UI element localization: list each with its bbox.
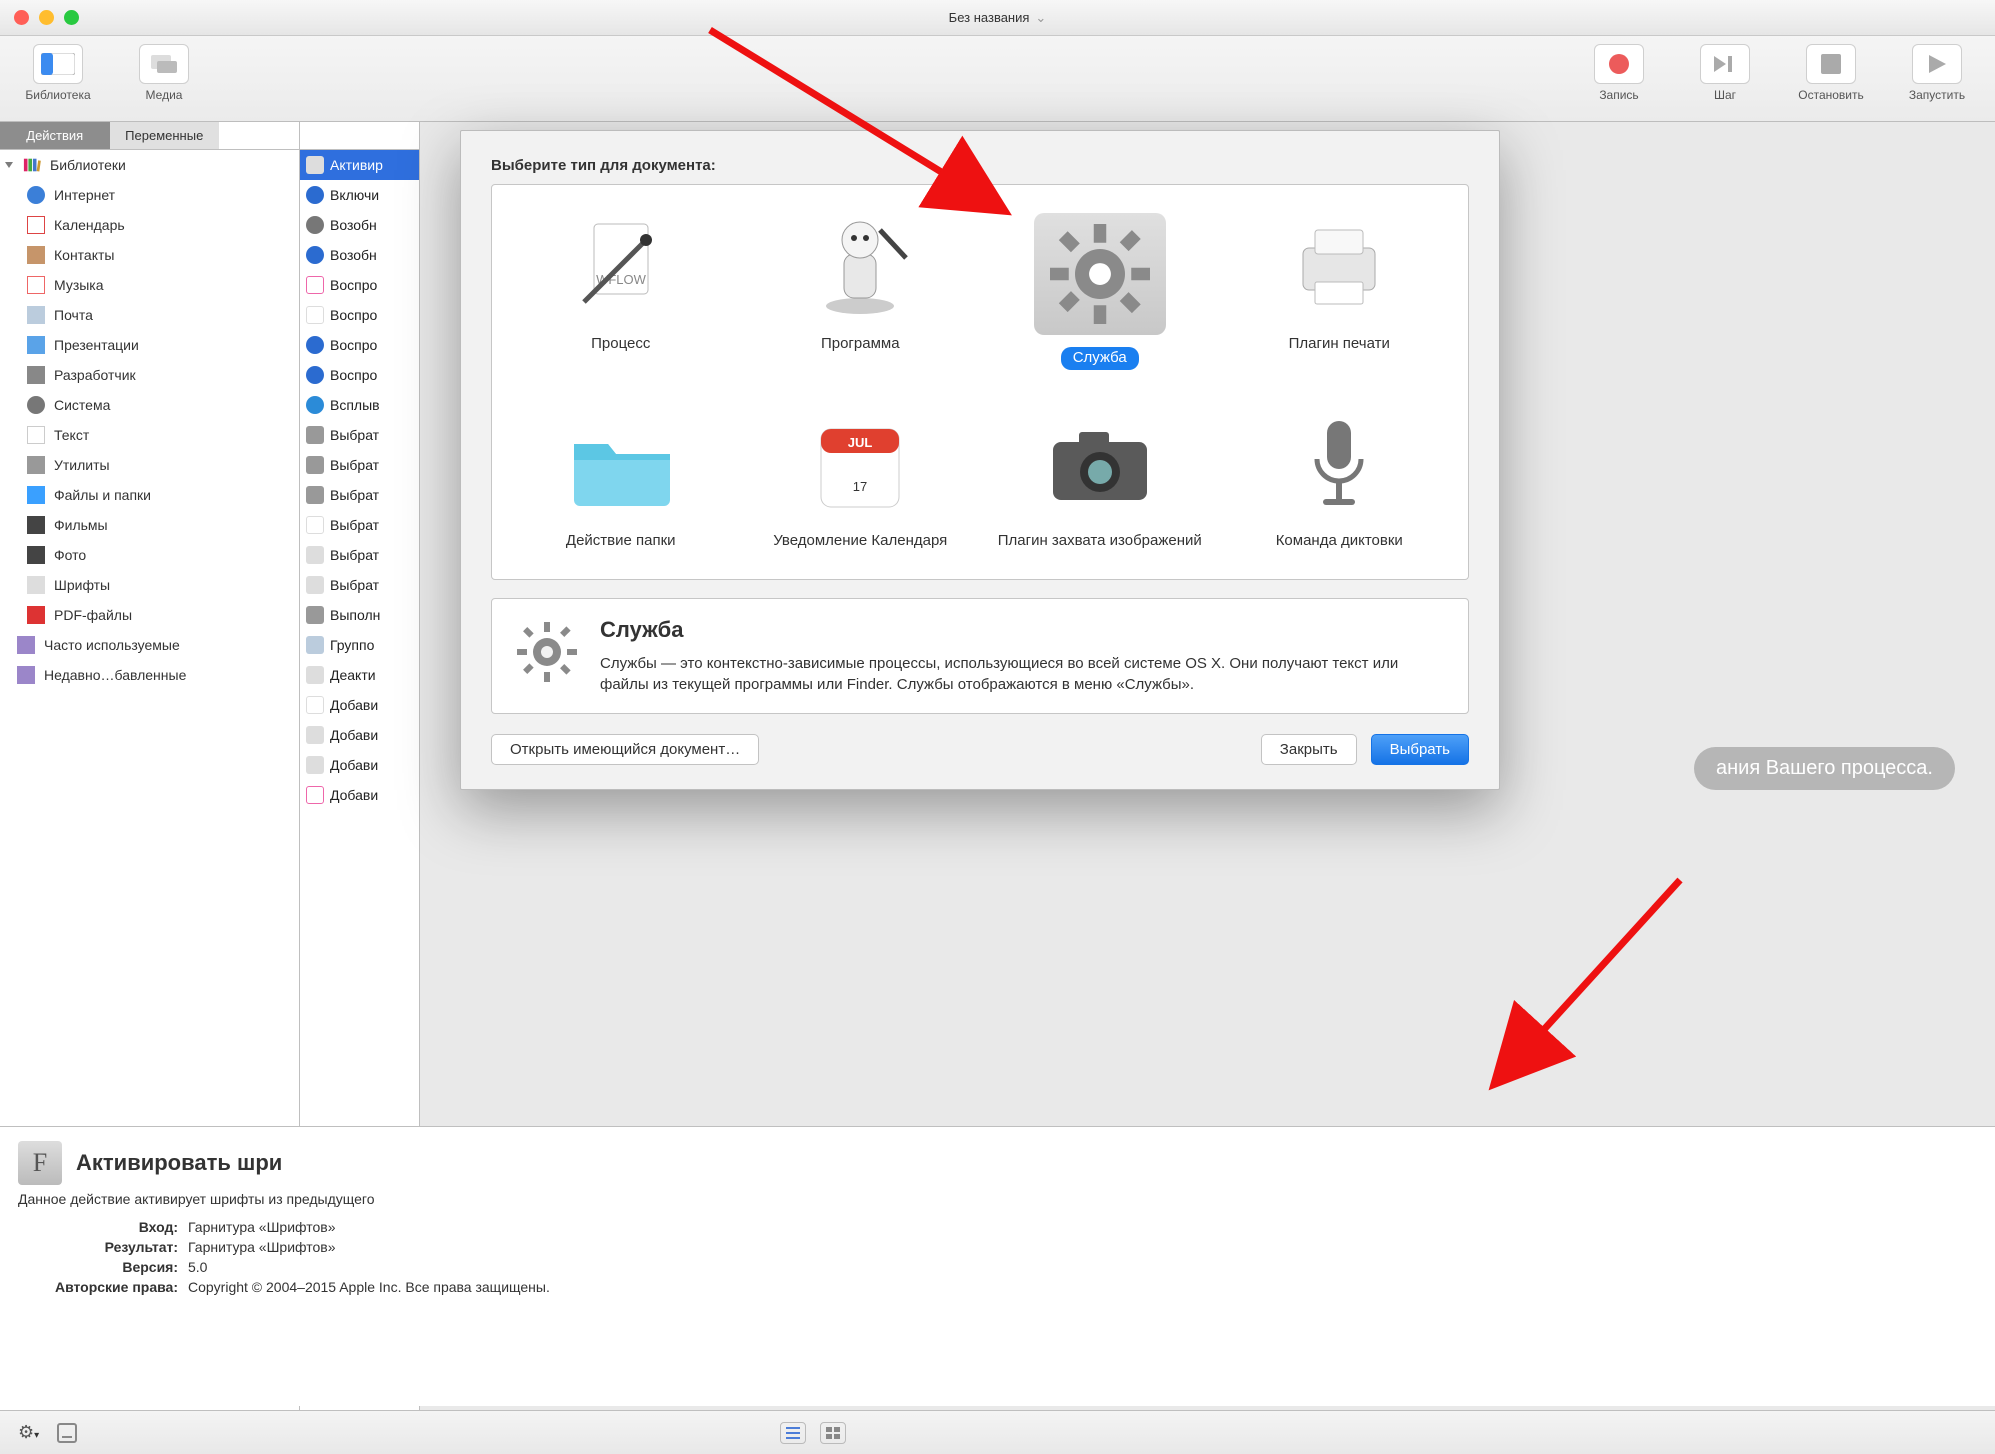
- close-window-icon[interactable]: [14, 10, 29, 25]
- action-row[interactable]: Выбрат: [300, 480, 419, 510]
- open-existing-button[interactable]: Открыть имеющийся документ…: [491, 734, 759, 765]
- window-title: Без названия⌄: [949, 9, 1047, 26]
- type-folder[interactable]: Действие папки: [506, 404, 736, 557]
- library-item[interactable]: Разработчик: [0, 360, 299, 390]
- type-service[interactable]: Служба: [985, 207, 1215, 376]
- action-row[interactable]: Воспро: [300, 300, 419, 330]
- library-smart-item[interactable]: Недавно…бавленные: [0, 660, 299, 690]
- library-toggle-button[interactable]: Библиотека: [14, 44, 102, 102]
- canvas-hint: ания Вашего процесса.: [1694, 747, 1955, 790]
- chevron-down-icon[interactable]: ⌄: [1035, 10, 1046, 25]
- library-item[interactable]: Презентации: [0, 330, 299, 360]
- action-row[interactable]: Добави: [300, 690, 419, 720]
- type-calendar[interactable]: JUL17Уведомление Календаря: [746, 404, 976, 557]
- action-row[interactable]: Возобн: [300, 210, 419, 240]
- document-type-chooser-sheet: Выберите тип для документа: WFLOWПроцесс…: [460, 130, 1500, 790]
- action-row[interactable]: Выполн: [300, 600, 419, 630]
- titlebar: Без названия⌄: [0, 0, 1995, 36]
- info-description: Данное действие активирует шрифты из пре…: [0, 1191, 1995, 1207]
- step-button[interactable]: Шаг: [1681, 44, 1769, 102]
- stop-button[interactable]: Остановить: [1787, 44, 1875, 102]
- type-capture[interactable]: Плагин захвата изображений: [985, 404, 1215, 557]
- layout-icon[interactable]: [57, 1423, 77, 1443]
- type-app[interactable]: Программа: [746, 207, 976, 376]
- library-item[interactable]: Интернет: [0, 180, 299, 210]
- tab-variables[interactable]: Переменные: [110, 122, 220, 150]
- action-row[interactable]: Возобн: [300, 240, 419, 270]
- tab-actions[interactable]: Действия: [0, 122, 110, 150]
- run-button[interactable]: Запустить: [1893, 44, 1981, 102]
- action-row[interactable]: Выбрат: [300, 450, 419, 480]
- desc-title: Служба: [600, 617, 1448, 643]
- footer-bar: ⚙︎▾: [0, 1410, 1995, 1454]
- action-row[interactable]: Выбрат: [300, 510, 419, 540]
- action-row[interactable]: Выбрат: [300, 540, 419, 570]
- view-list-icon[interactable]: [780, 1422, 806, 1444]
- record-icon: [1609, 54, 1629, 74]
- type-process[interactable]: WFLOWПроцесс: [506, 207, 736, 376]
- action-list[interactable]: АктивирВключиВозобнВозобнВоспроВоспроВос…: [300, 150, 419, 810]
- action-row[interactable]: Группо: [300, 630, 419, 660]
- info-title: Активировать шри: [76, 1150, 282, 1176]
- zoom-window-icon[interactable]: [64, 10, 79, 25]
- action-row[interactable]: Выбрат: [300, 420, 419, 450]
- svg-text:JUL: JUL: [848, 435, 873, 450]
- library-item[interactable]: Календарь: [0, 210, 299, 240]
- library-item[interactable]: Утилиты: [0, 450, 299, 480]
- type-dictation[interactable]: Команда диктовки: [1225, 404, 1455, 557]
- play-icon: [1912, 44, 1962, 84]
- view-grid-icon[interactable]: [820, 1422, 846, 1444]
- library-group-header[interactable]: Библиотеки: [0, 150, 299, 180]
- action-row[interactable]: Выбрат: [300, 570, 419, 600]
- library-item[interactable]: Фото: [0, 540, 299, 570]
- minimize-window-icon[interactable]: [39, 10, 54, 25]
- library-item[interactable]: Фильмы: [0, 510, 299, 540]
- action-row[interactable]: Воспро: [300, 330, 419, 360]
- gear-large-icon: [512, 617, 582, 687]
- library-item[interactable]: PDF-файлы: [0, 600, 299, 630]
- choose-button[interactable]: Выбрать: [1371, 734, 1469, 765]
- close-button[interactable]: Закрыть: [1261, 734, 1357, 765]
- modal-heading: Выберите тип для документа:: [491, 157, 1469, 174]
- action-row[interactable]: Деакти: [300, 660, 419, 690]
- library-item[interactable]: Контакты: [0, 240, 299, 270]
- svg-text:17: 17: [853, 479, 867, 494]
- library-item[interactable]: Текст: [0, 420, 299, 450]
- type-description: Служба Службы — это контекстно-зависимые…: [491, 598, 1469, 714]
- desc-body: Службы — это контекстно-зависимые процес…: [600, 653, 1448, 695]
- type-grid: WFLOWПроцессПрограммаСлужбаПлагин печати…: [491, 184, 1469, 580]
- action-row[interactable]: Воспро: [300, 270, 419, 300]
- media-button[interactable]: Медиа: [120, 44, 208, 102]
- action-row[interactable]: Всплыв: [300, 390, 419, 420]
- action-row[interactable]: Воспро: [300, 360, 419, 390]
- library-item[interactable]: Система: [0, 390, 299, 420]
- record-button[interactable]: Запись: [1575, 44, 1663, 102]
- disclosure-triangle-icon[interactable]: [5, 162, 13, 168]
- library-item[interactable]: Файлы и папки: [0, 480, 299, 510]
- action-row[interactable]: Включи: [300, 180, 419, 210]
- sidebar-tabs: Действия Переменные: [0, 122, 299, 150]
- action-row[interactable]: Добави: [300, 780, 419, 810]
- step-icon: [1700, 44, 1750, 84]
- toolbar: Библиотека Медиа Запись Шаг Остановить З…: [0, 36, 1995, 122]
- library-item[interactable]: Почта: [0, 300, 299, 330]
- gear-icon[interactable]: ⚙︎▾: [18, 1422, 39, 1443]
- library-smart-item[interactable]: Часто используемые: [0, 630, 299, 660]
- action-row[interactable]: Добави: [300, 750, 419, 780]
- fonts-icon: F: [18, 1141, 62, 1185]
- action-info-panel: F Активировать шри Данное действие актив…: [0, 1126, 1995, 1406]
- action-row[interactable]: Активир: [300, 150, 419, 180]
- stop-icon: [1806, 44, 1856, 84]
- library-item[interactable]: Шрифты: [0, 570, 299, 600]
- action-row[interactable]: Добави: [300, 720, 419, 750]
- library-item[interactable]: Музыка: [0, 270, 299, 300]
- type-print[interactable]: Плагин печати: [1225, 207, 1455, 376]
